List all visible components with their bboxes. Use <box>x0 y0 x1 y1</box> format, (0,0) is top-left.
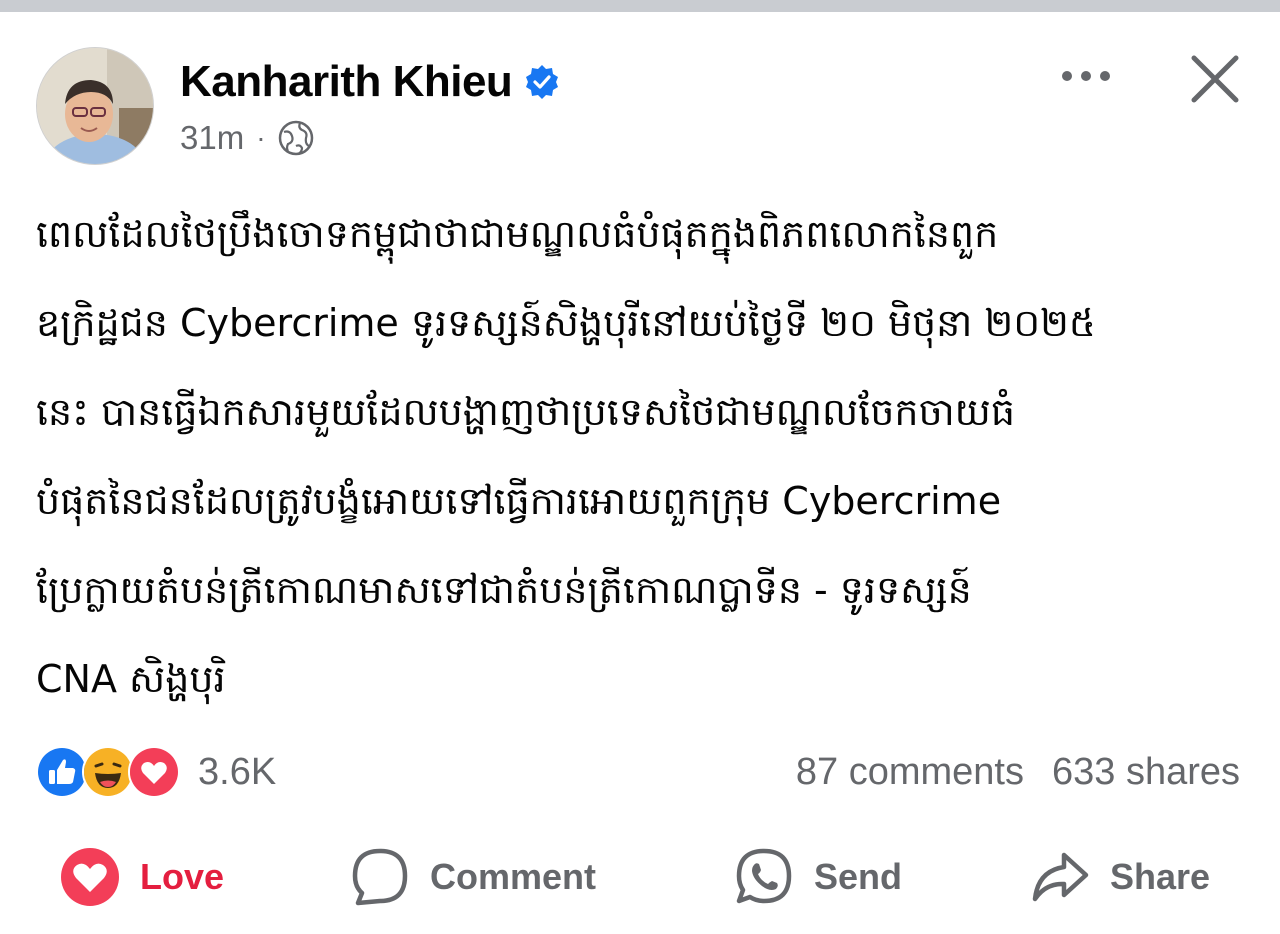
author-name[interactable]: Kanharith Khieu <box>180 57 513 107</box>
action-bar: Love Comment Send Share <box>0 840 1280 914</box>
haha-reaction-icon <box>82 746 134 798</box>
close-icon <box>1191 55 1239 103</box>
share-button[interactable]: Share <box>1030 840 1210 914</box>
love-button[interactable]: Love <box>60 840 224 914</box>
reactions-summary[interactable]: 3.6K <box>36 742 276 802</box>
post-text-line: បំផុតនៃជនដែលត្រូវបង្ខំអោយទៅធ្វើការអោយពួក… <box>36 479 1002 523</box>
post-time[interactable]: 31m <box>180 119 244 157</box>
avatar-image <box>37 48 153 164</box>
more-options-icon <box>1062 71 1110 81</box>
close-button[interactable] <box>1186 50 1244 108</box>
send-label: Send <box>814 856 903 897</box>
shares-count[interactable]: 633 shares <box>1052 751 1240 794</box>
love-icon <box>61 848 119 906</box>
top-divider <box>0 0 1280 12</box>
meta-separator: · <box>256 122 266 153</box>
author-avatar[interactable] <box>36 47 154 165</box>
whatsapp-icon <box>736 848 792 904</box>
post-text-line: ពេលដែលថៃប្រឹងចោទកម្ពុជាថាជាមណ្ឌលធំបំផុតក… <box>36 212 999 256</box>
post-text-line: នេះ បានធ្វើឯកសារមួយដែលបង្ហាញថាប្រទេសថៃជា… <box>36 390 1015 434</box>
post-text-line: ឧក្រិដ្ឋជន Cybercrime ទូរទស្សន៍សិង្ហបុរី… <box>36 301 1096 345</box>
post-body: ពេលដែលថៃប្រឹងចោទកម្ពុជាថាជាមណ្ឌលធំបំផុតក… <box>36 190 1246 724</box>
share-icon <box>1032 852 1089 902</box>
post-text-line: ប្រែក្លាយតំបន់ត្រីកោណមាសទៅជាតំបន់ត្រីកោណ… <box>36 568 972 612</box>
share-label: Share <box>1110 856 1211 897</box>
comment-label: Comment <box>430 856 597 897</box>
love-reaction-icon <box>128 746 180 798</box>
globe-icon <box>278 120 314 156</box>
comment-button[interactable]: Comment <box>350 840 596 914</box>
verified-badge-icon <box>524 64 560 100</box>
comment-icon <box>352 848 408 906</box>
reactions-count[interactable]: 3.6K <box>198 751 276 794</box>
like-reaction-icon <box>36 746 88 798</box>
post-text-line: CNA សិង្ហបុរិ <box>36 657 226 701</box>
more-options-button[interactable] <box>1056 56 1116 96</box>
love-label: Love <box>140 856 225 897</box>
send-button[interactable]: Send <box>734 840 902 914</box>
comments-count[interactable]: 87 comments <box>796 751 1024 794</box>
